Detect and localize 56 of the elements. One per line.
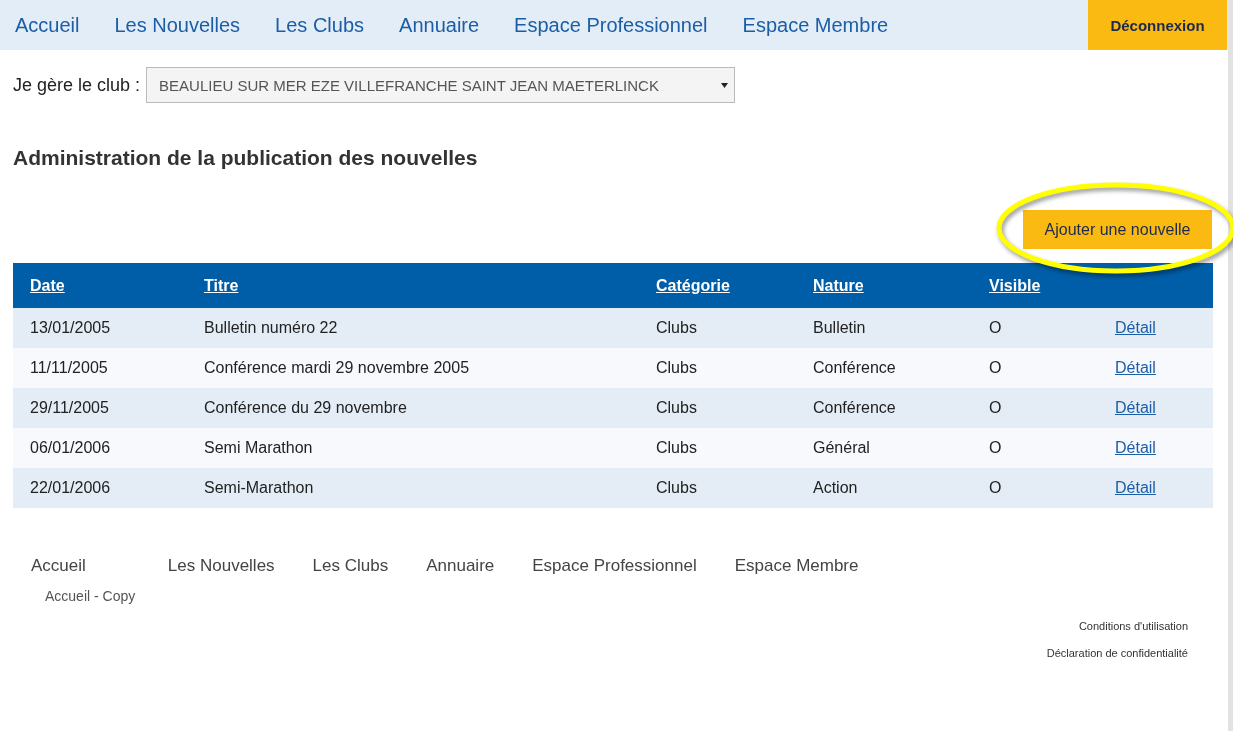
table-cell: Action [813, 468, 989, 508]
table-cell: 13/01/2005 [13, 308, 204, 348]
table-cell: Conférence mardi 29 novembre 2005 [204, 348, 656, 388]
footer-link[interactable]: Accueil [31, 556, 86, 576]
nav-link[interactable]: Espace Membre [742, 13, 889, 37]
column-header[interactable]: Nature [813, 276, 864, 294]
table-cell: O [989, 468, 1115, 508]
table-cell: O [989, 388, 1115, 428]
column-header[interactable]: Titre [204, 276, 239, 294]
table-cell: Conférence [813, 348, 989, 388]
detail-link[interactable]: Détail [1115, 479, 1156, 496]
detail-link[interactable]: Détail [1115, 439, 1156, 456]
table-cell: Clubs [656, 348, 813, 388]
table-cell: 29/11/2005 [13, 388, 204, 428]
footer-link[interactable]: Annuaire [426, 556, 495, 576]
nav-link[interactable]: Accueil [15, 13, 80, 37]
column-header[interactable]: Date [30, 276, 65, 294]
logout-button[interactable]: Déconnexion [1088, 0, 1227, 50]
page-title: Administration de la publication des nouvelles [13, 146, 479, 170]
club-select[interactable]: BEAULIEU SUR MER EZE VILLEFRANCHE SAINT JEAN MAETERLINCK [146, 67, 736, 103]
table-cell: Conférence [813, 388, 989, 428]
footer-link[interactable]: Espace Membre [734, 556, 859, 576]
table-cell: Clubs [656, 388, 813, 428]
table-cell: Bulletin numéro 22 [204, 308, 656, 348]
legal-link[interactable]: Conditions d'utilisation [1078, 620, 1188, 632]
column-header[interactable]: Catégorie [656, 276, 730, 294]
club-label: Je gère le club : [13, 74, 141, 96]
nav-link[interactable]: Les Nouvelles [114, 13, 241, 37]
footer-sublink[interactable]: Accueil - Copy [45, 588, 136, 604]
add-news-button[interactable]: Ajouter une nouvelle [1023, 210, 1212, 249]
table-cell: 06/01/2006 [13, 428, 204, 468]
nav-link[interactable]: Annuaire [399, 13, 480, 37]
table-cell: Clubs [656, 468, 813, 508]
footer-link[interactable]: Les Clubs [312, 556, 389, 576]
nav-link[interactable]: Les Clubs [275, 13, 365, 37]
table-cell: O [989, 428, 1115, 468]
legal-link[interactable]: Déclaration de confidentialité [1046, 647, 1188, 659]
footer-link[interactable]: Espace Professionnel [532, 556, 697, 576]
table-cell: Conférence du 29 novembre [204, 388, 656, 428]
table-cell: Semi Marathon [204, 428, 656, 468]
table-cell: 11/11/2005 [13, 348, 204, 388]
table-cell: 22/01/2006 [13, 468, 204, 508]
table-cell: Clubs [656, 428, 813, 468]
detail-link[interactable]: Détail [1115, 359, 1156, 376]
nav-link[interactable]: Espace Professionnel [514, 13, 708, 37]
detail-link[interactable]: Détail [1115, 399, 1156, 416]
table-cell: Clubs [656, 308, 813, 348]
table-cell: O [989, 348, 1115, 388]
column-header[interactable]: Visible [989, 276, 1041, 294]
table-cell: Semi-Marathon [204, 468, 656, 508]
footer-link[interactable]: Les Nouvelles [167, 556, 275, 576]
table-cell: O [989, 308, 1115, 348]
table-cell: Général [813, 428, 989, 468]
table-cell: Bulletin [813, 308, 989, 348]
detail-link[interactable]: Détail [1115, 319, 1156, 336]
caret-icon [721, 82, 729, 88]
